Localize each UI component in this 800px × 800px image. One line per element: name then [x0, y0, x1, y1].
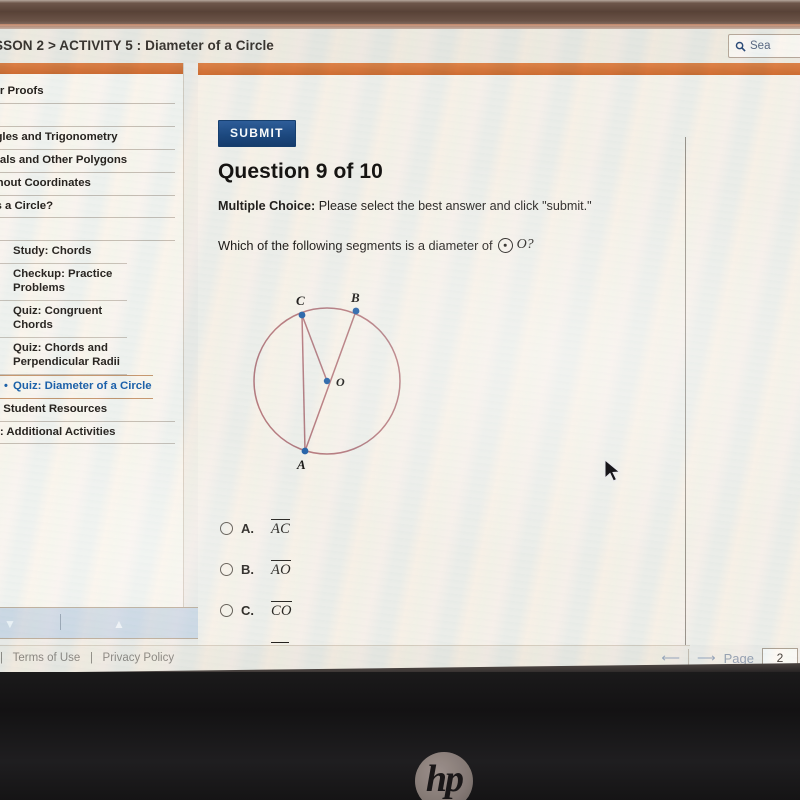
answer-choice-c[interactable]: C. CO — [220, 590, 520, 631]
screenshot-root: SSON 2 > ACTIVITY 5 : Diameter of a Circ… — [0, 0, 800, 800]
instruction-label: Multiple Choice: — [218, 199, 316, 213]
choice-letter: C. — [241, 603, 254, 618]
main-content-panel: SUBMIT Question 9 of 10 Multiple Choice:… — [198, 63, 800, 660]
question-prompt: Which of the following segments is a dia… — [218, 237, 534, 253]
nav-pager-tick — [60, 614, 61, 630]
sidebar-item-label: x A: Student Resources — [0, 402, 108, 415]
diagram-label-B: B — [350, 293, 360, 305]
sidebar-item-label: ix B: Additional Activities — [0, 425, 116, 438]
choice-letter: B. — [241, 562, 254, 577]
footer-sep-2: | — [89, 652, 93, 664]
search-placeholder: Sea — [750, 40, 771, 52]
privacy-policy-link[interactable]: Privacy Policy — [103, 652, 175, 664]
answer-choice-a[interactable]: A. AC — [220, 508, 520, 549]
diagram-point-O — [323, 377, 331, 385]
course-navigation-panel: g for Proofs s iangles and Trigonometry ate… — [0, 63, 184, 634]
sidebar-item-9[interactable]: Quiz: Congruent Chords — [0, 301, 127, 338]
diagram-segment-CO — [301, 314, 328, 382]
answer-choice-b[interactable]: B. AO — [220, 549, 520, 590]
laptop-base — [0, 672, 800, 800]
sidebar-item-label: at Is a Circle? — [0, 199, 54, 212]
sidebar-item-11[interactable]: • Quiz: Diameter of a Circle — [0, 374, 153, 399]
diagram-label-A: A — [296, 457, 306, 472]
circle-dot-icon — [497, 237, 513, 253]
page-prev-icon[interactable]: ⟵ — [661, 650, 680, 666]
sidebar-item-12[interactable]: x A: Student Resources — [0, 399, 175, 422]
search-input[interactable]: Sea — [728, 34, 800, 58]
sidebar-item-label: Without Coordinates — [0, 176, 91, 189]
prompt-text: Which of the following segments is a dia… — [218, 237, 493, 253]
content-accent-bar — [198, 63, 800, 75]
sidebar-item-label: iangles and Trigonometry — [0, 130, 118, 143]
content-vertical-divider — [685, 137, 686, 647]
prompt-center-label: O? — [516, 237, 534, 252]
diagram-point-C — [298, 311, 306, 319]
choice-segment-label: AC — [271, 519, 291, 537]
laptop-top-bezel — [0, 0, 800, 26]
question-instruction: Multiple Choice: Please select the best … — [218, 199, 592, 213]
nav-list: g for Proofs s iangles and Trigonometry ate… — [0, 81, 183, 445]
footer-sep-1: | — [0, 652, 3, 664]
radio-button[interactable] — [220, 604, 233, 617]
choice-letter: A. — [241, 521, 254, 536]
application-screen: SSON 2 > ACTIVITY 5 : Diameter of a Circ… — [0, 29, 800, 672]
sidebar-item-7[interactable]: Study: Chords — [0, 241, 127, 265]
radio-button[interactable] — [220, 563, 233, 576]
nav-pager-prev-icon[interactable]: ▼ — [4, 617, 16, 631]
sidebar-item-8[interactable]: Checkup: Practice Problems — [0, 264, 127, 302]
sidebar-item-0[interactable]: g for Proofs — [0, 81, 175, 104]
sidebar-item-label: Quiz: Diameter of a Circle — [13, 379, 152, 392]
hp-logo-text: hp — [425, 758, 464, 800]
sidebar-item-label: Quiz: Congruent Chords — [13, 305, 103, 331]
choice-segment-label: AO — [271, 560, 291, 578]
choice-segment-label: CO — [271, 601, 292, 619]
top-bar: SSON 2 > ACTIVITY 5 : Diameter of a Circ… — [0, 29, 800, 63]
breadcrumb: SSON 2 > ACTIVITY 5 : Diameter of a Circ… — [0, 38, 274, 53]
page-title: Question 9 of 10 — [218, 160, 383, 183]
submit-button[interactable]: SUBMIT — [218, 120, 296, 147]
sidebar-item-1[interactable]: s — [0, 104, 175, 127]
sidebar-item-label: aterals and Other Polygons — [0, 153, 128, 166]
footer-links: | Terms of Use | Privacy Policy — [0, 652, 174, 664]
radio-button[interactable] — [220, 522, 233, 535]
sidebar-item-5[interactable]: at Is a Circle? — [0, 196, 175, 219]
diagram-point-A — [301, 447, 309, 455]
nav-pager[interactable]: ▼ ▲ — [0, 607, 212, 639]
circle-diagram: C B A O — [244, 290, 434, 473]
nav-panel-accent-bar — [0, 63, 183, 74]
diagram-label-O: O — [336, 375, 345, 389]
sidebar-item-10[interactable]: Quiz: Chords and Perpendicular Radii — [0, 338, 127, 375]
diagram-segment-AB — [304, 310, 357, 452]
sidebar-item-label: Quiz: Chords and Perpendicular Radii — [13, 341, 120, 368]
nav-pager-next-icon[interactable]: ▲ — [113, 617, 125, 631]
instruction-text: Please select the best answer and click … — [315, 199, 592, 213]
diagram-segment-CA — [301, 314, 306, 452]
diagram-label-C: C — [296, 293, 305, 308]
sidebar-item-6[interactable]: rds — [0, 218, 175, 242]
sidebar-item-label: Study: Chords — [13, 245, 92, 258]
arrow-cursor — [604, 459, 621, 482]
sidebar-item-2[interactable]: iangles and Trigonometry — [0, 127, 175, 150]
search-icon — [735, 41, 746, 52]
sidebar-item-3[interactable]: aterals and Other Polygons — [0, 150, 175, 173]
sidebar-item-label: Checkup: Practice Problems — [13, 268, 113, 295]
sidebar-item-4[interactable]: Without Coordinates — [0, 173, 175, 196]
sidebar-item-13[interactable]: ix B: Additional Activities — [0, 422, 175, 445]
terms-of-use-link[interactable]: Terms of Use — [13, 652, 81, 664]
sidebar-item-label: g for Proofs — [0, 85, 44, 97]
sidebar-active-marker: • — [4, 379, 8, 392]
diagram-point-B — [352, 307, 360, 315]
